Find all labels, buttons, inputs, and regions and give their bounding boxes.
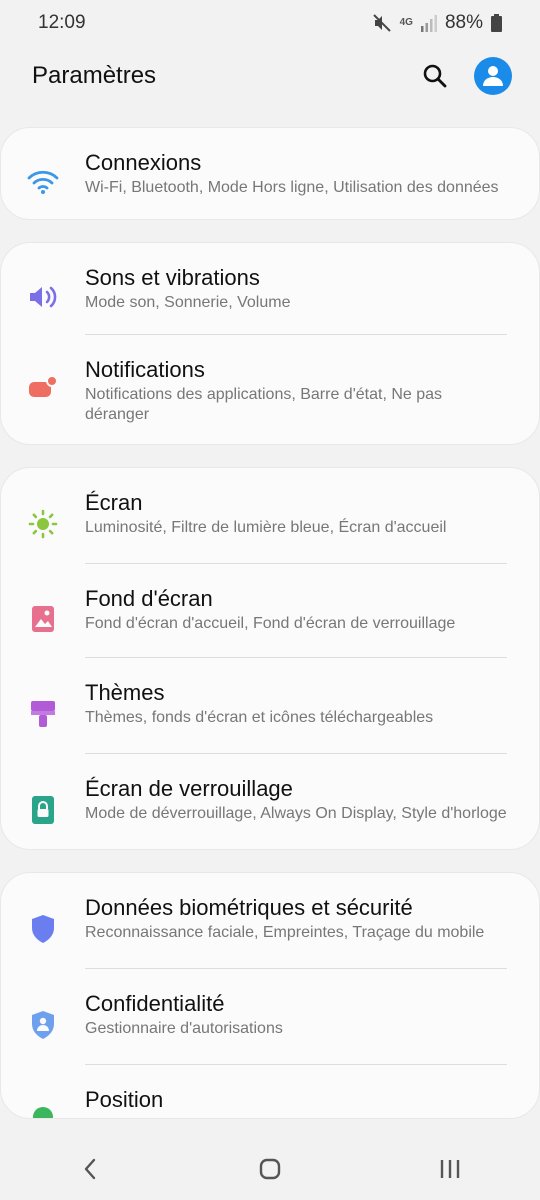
mute-icon: [372, 14, 391, 32]
privacy-icon: [30, 1010, 56, 1045]
item-subtitle: Reconnaissance faciale, Empreintes, Traç…: [85, 924, 485, 941]
item-subtitle: Fond d'écran d'accueil, Fond d'écran de …: [85, 615, 456, 632]
wifi-icon: [27, 169, 59, 200]
notification-icon: [28, 375, 58, 405]
home-icon[interactable]: [240, 1146, 300, 1192]
settings-group-security: Données biométriques et sécurité Reconna…: [0, 872, 540, 1119]
recents-icon[interactable]: [420, 1146, 480, 1192]
item-title: Thèmes: [85, 680, 165, 705]
location-icon: [31, 1106, 55, 1118]
shield-icon: [30, 914, 56, 949]
wallpaper-icon: [31, 605, 55, 638]
item-title: Notifications: [85, 357, 205, 382]
settings-item-notifications[interactable]: Notifications Notifications des applicat…: [1, 335, 539, 444]
signal-icon: [420, 15, 437, 32]
battery-percent: 88%: [444, 12, 483, 33]
account-icon[interactable]: [474, 57, 512, 95]
network-type: 4G: [399, 17, 413, 28]
item-subtitle: Luminosité, Filtre de lumière bleue, Écr…: [85, 519, 447, 536]
item-subtitle: Notifications des applications, Barre d'…: [85, 386, 443, 423]
settings-item-ecran[interactable]: Écran Luminosité, Filtre de lumière bleu…: [1, 468, 539, 563]
item-title: Écran de verrouillage: [85, 776, 293, 801]
settings-item-biometrie[interactable]: Données biométriques et sécurité Reconna…: [1, 873, 539, 968]
settings-item-confidentialite[interactable]: Confidentialité Gestionnaire d'autorisat…: [1, 969, 539, 1064]
item-subtitle: Wi-Fi, Bluetooth, Mode Hors ligne, Utili…: [85, 179, 499, 196]
item-title: Position: [85, 1087, 164, 1112]
item-title: Fond d'écran: [85, 586, 213, 611]
item-title: Connexions: [85, 150, 202, 175]
settings-group-sounds: Sons et vibrations Mode son, Sonnerie, V…: [0, 242, 540, 445]
item-title: Écran: [85, 490, 143, 515]
item-subtitle: Mode de déverrouillage, Always On Displa…: [85, 805, 507, 822]
settings-group-connections: Connexions Wi-Fi, Bluetooth, Mode Hors l…: [0, 127, 540, 220]
brightness-icon: [28, 509, 58, 544]
navigation-bar: [0, 1138, 540, 1200]
volume-icon: [28, 284, 58, 315]
settings-item-sons[interactable]: Sons et vibrations Mode son, Sonnerie, V…: [1, 243, 539, 334]
app-header: Paramètres: [0, 48, 540, 104]
status-time: 12:09: [38, 12, 86, 33]
item-title: Données biométriques et sécurité: [85, 895, 413, 920]
page-title: Paramètres: [32, 62, 157, 89]
item-title: Confidentialité: [85, 991, 225, 1016]
settings-list: Connexions Wi-Fi, Bluetooth, Mode Hors l…: [0, 127, 540, 1141]
item-subtitle: Gestionnaire d'autorisations: [85, 1020, 283, 1037]
back-icon[interactable]: [60, 1146, 120, 1192]
lock-icon: [31, 795, 55, 830]
item-subtitle: Thèmes, fonds d'écran et icônes téléchar…: [85, 709, 434, 726]
item-subtitle: Mode son, Sonnerie, Volume: [85, 294, 291, 311]
theme-brush-icon: [30, 699, 56, 734]
status-icons: 4G 88%: [372, 12, 502, 34]
search-icon[interactable]: [422, 63, 448, 89]
settings-item-themes[interactable]: Thèmes Thèmes, fonds d'écran et icônes t…: [1, 658, 539, 753]
settings-item-position[interactable]: Position: [1, 1065, 539, 1118]
item-title: Sons et vibrations: [85, 265, 260, 290]
settings-item-fond-ecran[interactable]: Fond d'écran Fond d'écran d'accueil, Fon…: [1, 564, 539, 657]
settings-group-display: Écran Luminosité, Filtre de lumière bleu…: [0, 467, 540, 850]
battery-icon: [491, 14, 502, 32]
status-bar: 12:09 4G 88%: [0, 0, 540, 46]
settings-item-connexions[interactable]: Connexions Wi-Fi, Bluetooth, Mode Hors l…: [1, 128, 539, 219]
settings-item-verrouillage[interactable]: Écran de verrouillage Mode de déverrouil…: [1, 754, 539, 849]
